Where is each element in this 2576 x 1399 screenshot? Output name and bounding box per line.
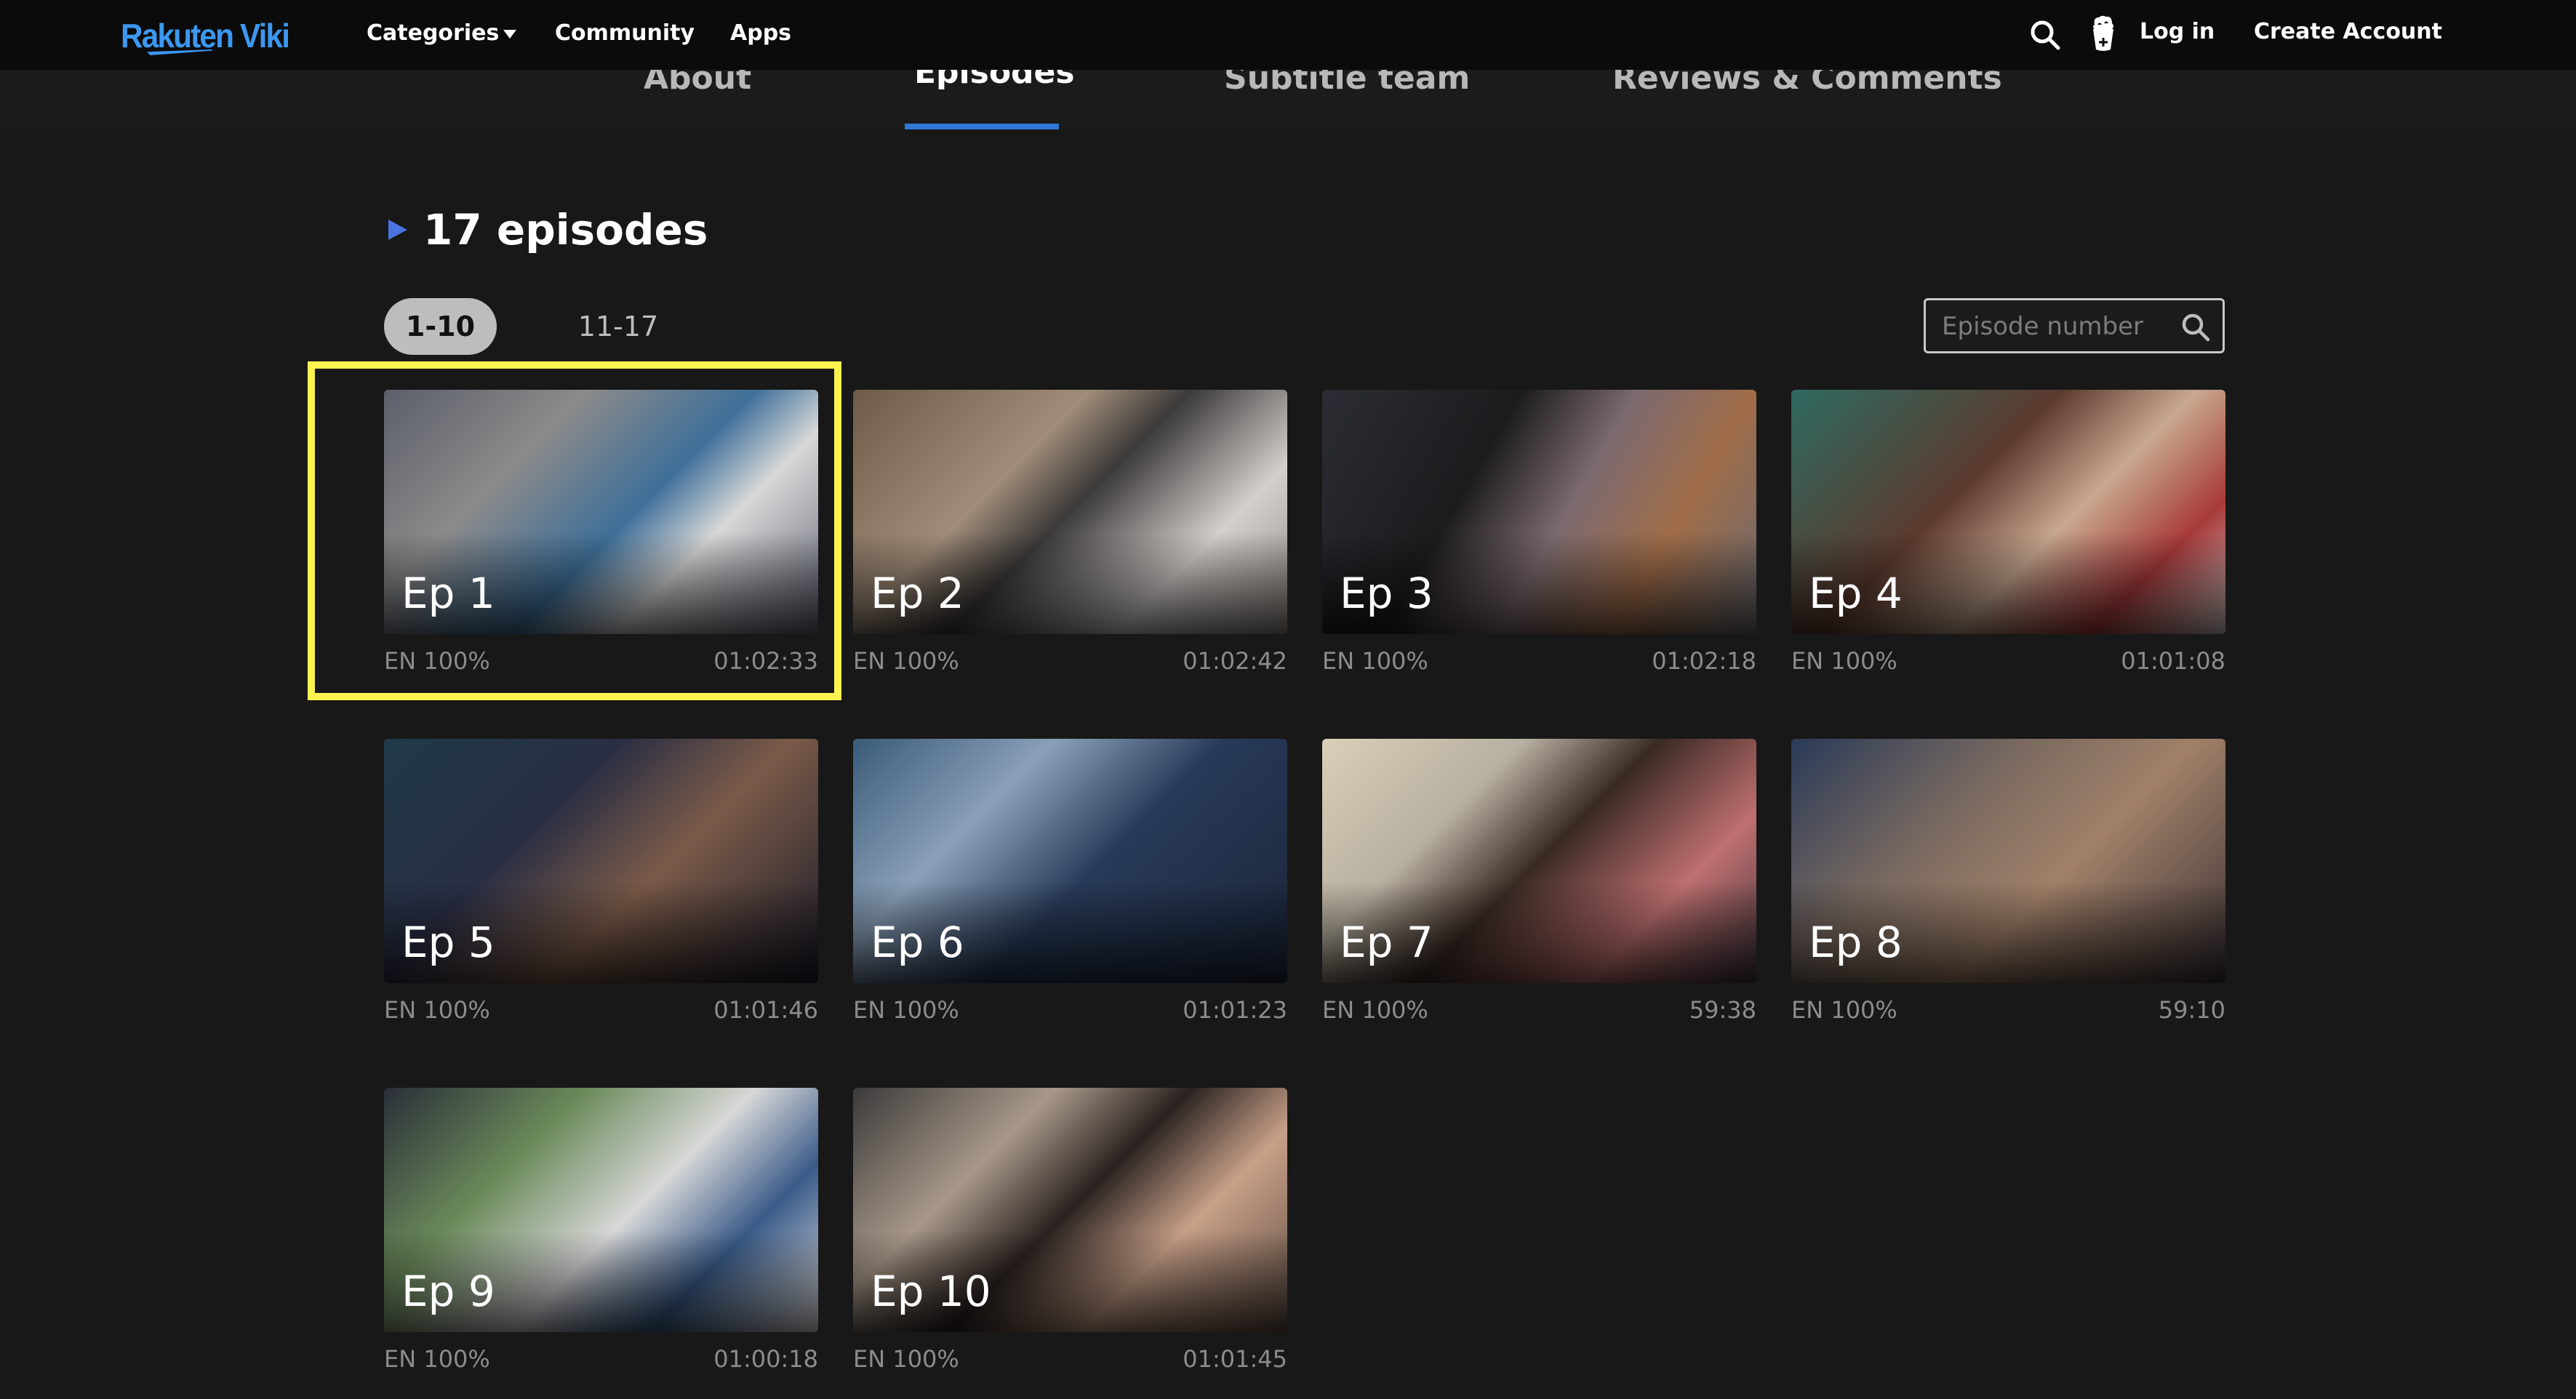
tab-about[interactable]: About bbox=[644, 70, 751, 97]
episode-thumbnail[interactable]: Ep 10 bbox=[853, 1088, 1287, 1332]
episode-card[interactable]: Ep 4 EN 100% 01:01:08 bbox=[1791, 390, 2225, 695]
episode-thumbnail[interactable]: Ep 5 bbox=[384, 739, 818, 983]
subtitle-completion: EN 100% bbox=[853, 647, 959, 675]
episode-duration: 01:02:33 bbox=[713, 647, 818, 675]
show-sub-navigation: About Episodes Subtitle team Reviews & C… bbox=[0, 70, 2576, 129]
episode-card[interactable]: Ep 5 EN 100% 01:01:46 bbox=[384, 739, 818, 1044]
episode-card[interactable]: Ep 9 EN 100% 01:00:18 bbox=[384, 1088, 818, 1393]
episode-card[interactable]: Ep 7 EN 100% 59:38 bbox=[1322, 739, 1756, 1044]
episode-number-label: Ep 6 bbox=[871, 918, 964, 967]
episode-thumbnail[interactable]: Ep 7 bbox=[1322, 739, 1756, 983]
episode-card[interactable]: Ep 3 EN 100% 01:02:18 bbox=[1322, 390, 1756, 695]
logo-text: Rakuten Viki bbox=[121, 17, 290, 55]
subtitle-completion: EN 100% bbox=[1322, 996, 1428, 1024]
create-account-link[interactable]: Create Account bbox=[2254, 19, 2442, 44]
episode-thumbnail[interactable]: Ep 2 bbox=[853, 390, 1287, 634]
episode-number-label: Ep 1 bbox=[401, 569, 495, 618]
episode-card[interactable]: Ep 1 EN 100% 01:02:33 bbox=[384, 390, 818, 695]
caret-down-icon bbox=[503, 29, 517, 39]
subtitle-completion: EN 100% bbox=[384, 647, 490, 675]
tab-reviews-comments[interactable]: Reviews & Comments bbox=[1612, 70, 2002, 97]
episode-card[interactable]: Ep 10 EN 100% 01:01:45 bbox=[853, 1088, 1287, 1393]
nav-community[interactable]: Community bbox=[555, 20, 695, 46]
tab-episodes[interactable]: Episodes bbox=[914, 70, 1075, 91]
episode-duration: 01:02:42 bbox=[1183, 647, 1287, 675]
episodes-heading[interactable]: 17 episodes bbox=[388, 205, 708, 254]
episode-duration: 01:00:18 bbox=[713, 1345, 818, 1373]
episode-duration: 01:02:18 bbox=[1652, 647, 1756, 675]
episode-card[interactable]: Ep 2 EN 100% 01:02:42 bbox=[853, 390, 1287, 695]
subtitle-completion: EN 100% bbox=[384, 1345, 490, 1373]
search-icon[interactable] bbox=[2029, 19, 2061, 51]
subtitle-completion: EN 100% bbox=[1791, 647, 1897, 675]
episode-number-label: Ep 5 bbox=[401, 918, 495, 967]
episode-card[interactable]: Ep 6 EN 100% 01:01:23 bbox=[853, 739, 1287, 1044]
top-header: Rakuten Viki Categories Community Apps L… bbox=[0, 0, 2576, 70]
episode-duration: 01:01:46 bbox=[713, 996, 818, 1024]
subtitle-completion: EN 100% bbox=[1791, 996, 1897, 1024]
episode-thumbnail[interactable]: Ep 4 bbox=[1791, 390, 2225, 634]
expand-triangle-icon bbox=[388, 220, 407, 240]
episode-duration: 01:01:08 bbox=[2121, 647, 2225, 675]
episode-number-label: Ep 3 bbox=[1340, 569, 1433, 618]
episode-duration: 01:01:45 bbox=[1183, 1345, 1287, 1373]
subtitle-completion: EN 100% bbox=[1322, 647, 1428, 675]
episode-number-label: Ep 4 bbox=[1809, 569, 1903, 618]
episode-card[interactable]: Ep 8 EN 100% 59:10 bbox=[1791, 739, 2225, 1044]
episode-number-label: Ep 8 bbox=[1809, 918, 1903, 967]
episode-thumbnail[interactable]: Ep 9 bbox=[384, 1088, 818, 1332]
episode-duration: 59:38 bbox=[1689, 996, 1756, 1024]
page-tab-11-17[interactable]: 11-17 bbox=[567, 298, 669, 355]
page-tab-1-10[interactable]: 1-10 bbox=[384, 298, 497, 355]
tab-subtitle-team[interactable]: Subtitle team bbox=[1224, 70, 1470, 97]
active-tab-indicator bbox=[905, 124, 1059, 129]
search-icon[interactable] bbox=[2180, 312, 2211, 342]
nav-apps[interactable]: Apps bbox=[730, 20, 791, 46]
episode-number-label: Ep 10 bbox=[871, 1267, 991, 1316]
episode-number-label: Ep 2 bbox=[871, 569, 964, 618]
episode-thumbnail[interactable]: Ep 3 bbox=[1322, 390, 1756, 634]
rakuten-viki-logo[interactable]: Rakuten Viki bbox=[121, 16, 311, 60]
episode-thumbnail[interactable]: Ep 8 bbox=[1791, 739, 2225, 983]
episode-number-search bbox=[1924, 298, 2225, 353]
episode-duration: 01:01:23 bbox=[1183, 996, 1287, 1024]
episodes-count-title: 17 episodes bbox=[423, 205, 708, 254]
popcorn-avatar-icon[interactable] bbox=[2089, 15, 2118, 52]
episode-number-label: Ep 7 bbox=[1340, 918, 1433, 967]
subtitle-completion: EN 100% bbox=[853, 1345, 959, 1373]
subtitle-completion: EN 100% bbox=[384, 996, 490, 1024]
episode-number-label: Ep 9 bbox=[401, 1267, 495, 1316]
nav-categories[interactable]: Categories bbox=[367, 20, 517, 46]
nav-categories-label: Categories bbox=[367, 20, 500, 46]
episode-thumbnail[interactable]: Ep 1 bbox=[384, 390, 818, 634]
episode-duration: 59:10 bbox=[2158, 996, 2225, 1024]
episode-number-input[interactable] bbox=[1942, 308, 2175, 345]
subtitle-completion: EN 100% bbox=[853, 996, 959, 1024]
episode-thumbnail[interactable]: Ep 6 bbox=[853, 739, 1287, 983]
login-link[interactable]: Log in bbox=[2140, 19, 2215, 44]
